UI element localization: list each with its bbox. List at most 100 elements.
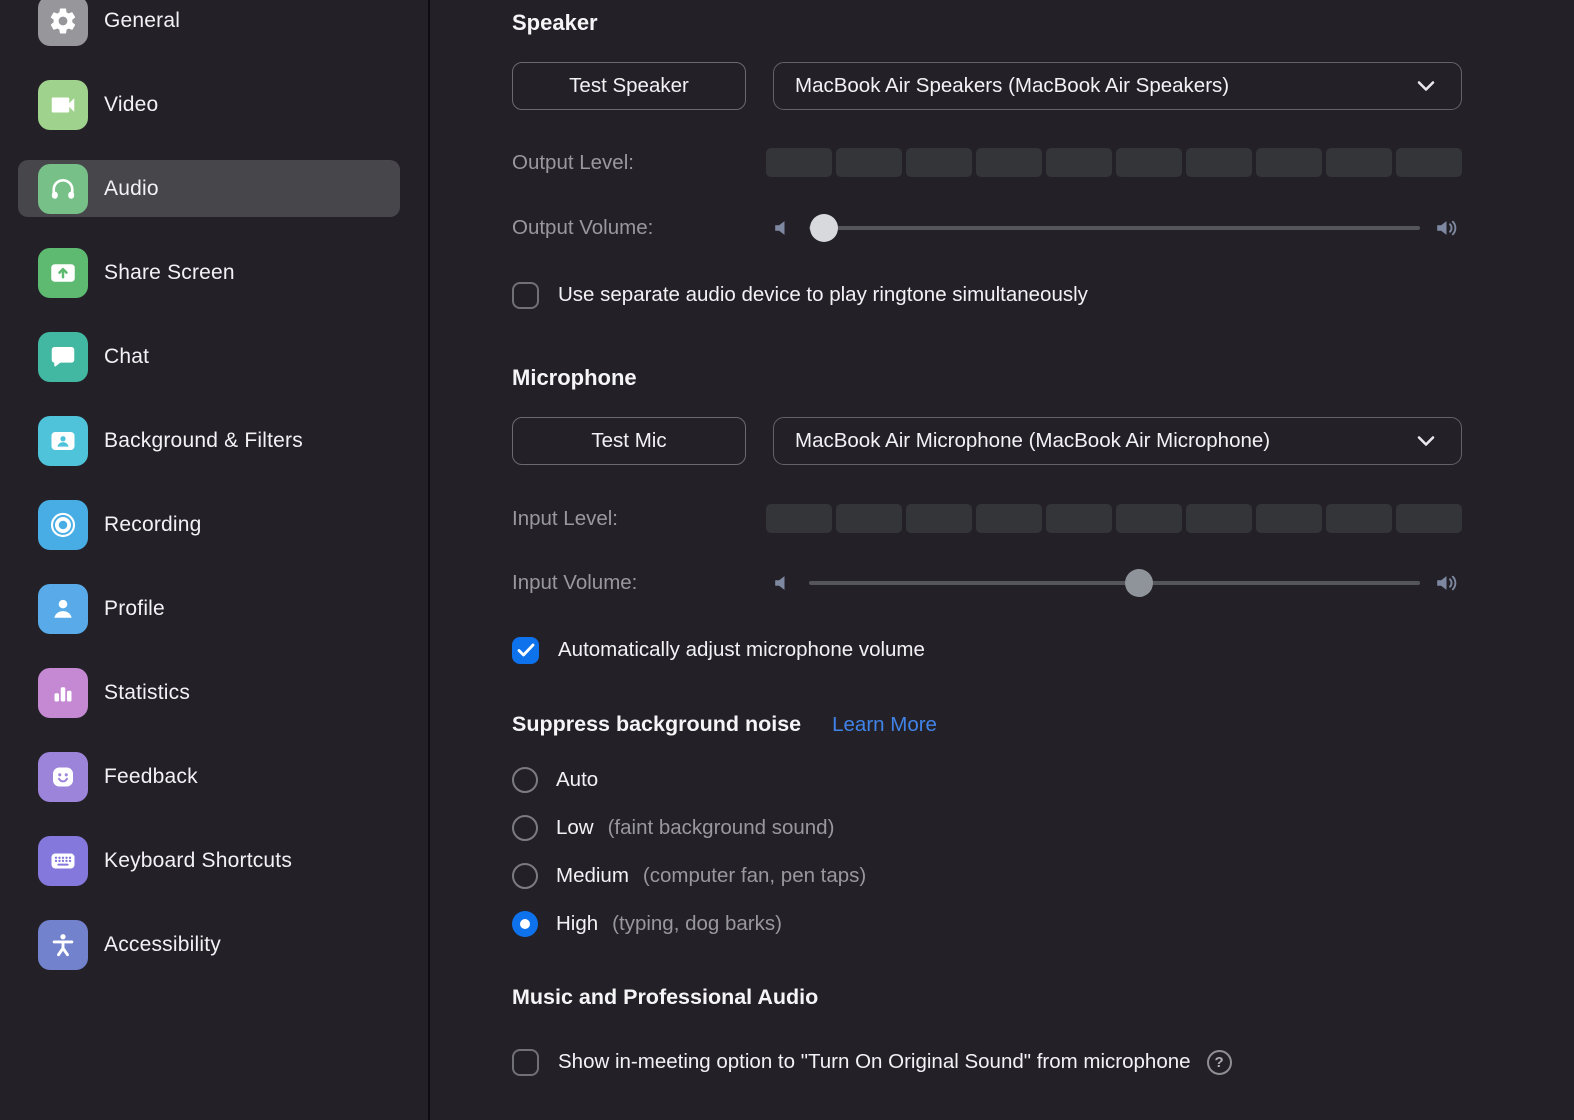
video-camera-icon (38, 80, 88, 130)
level-meter-segment (906, 148, 972, 177)
auto-adjust-checkbox[interactable] (512, 637, 539, 664)
learn-more-link[interactable]: Learn More (832, 713, 937, 737)
chevron-down-icon (1417, 80, 1435, 92)
sidebar-item-label: Recording (104, 513, 202, 537)
separate-ringtone-checkbox[interactable] (512, 282, 539, 309)
output-volume-slider[interactable] (809, 213, 1420, 243)
noise-option-medium: Medium (computer fan, pen taps) (512, 862, 1462, 890)
sidebar-item-label: Statistics (104, 681, 190, 705)
input-volume-row: Input Volume: (512, 568, 1462, 598)
speaker-device-value: MacBook Air Speakers (MacBook Air Speake… (795, 74, 1229, 98)
auto-adjust-label: Automatically adjust microphone volume (558, 638, 925, 662)
sidebar-item-keyboard-shortcuts[interactable]: Keyboard Shortcuts (18, 832, 400, 889)
medium-radio[interactable] (512, 863, 538, 889)
sidebar-item-label: Profile (104, 597, 165, 621)
output-level-label: Output Level: (512, 151, 766, 175)
speaker-device-select[interactable]: MacBook Air Speakers (MacBook Air Speake… (773, 62, 1462, 110)
test-mic-button[interactable]: Test Mic (512, 417, 746, 465)
sidebar-item-video[interactable]: Video (18, 76, 400, 133)
input-level-label: Input Level: (512, 507, 766, 531)
noise-option-low: Low (faint background sound) (512, 814, 1462, 842)
low-radio[interactable] (512, 815, 538, 841)
level-meter-segment (1396, 504, 1462, 533)
microphone-device-select[interactable]: MacBook Air Microphone (MacBook Air Micr… (773, 417, 1462, 465)
sidebar-item-statistics[interactable]: Statistics (18, 664, 400, 721)
level-meter-segment (1326, 504, 1392, 533)
smiley-icon (38, 752, 88, 802)
sidebar-item-feedback[interactable]: Feedback (18, 748, 400, 805)
sidebar-item-general[interactable]: General (18, 0, 400, 49)
sidebar-item-label: Accessibility (104, 933, 221, 957)
separate-ringtone-row: Use separate audio device to play ringto… (512, 281, 1462, 309)
keyboard-icon (38, 836, 88, 886)
sidebar-item-label: Background & Filters (104, 429, 303, 453)
original-sound-checkbox[interactable] (512, 1049, 539, 1076)
output-volume-label: Output Volume: (512, 216, 766, 240)
bar-chart-icon (38, 668, 88, 718)
level-meter-segment (1046, 148, 1112, 177)
noise-option-high: High (typing, dog barks) (512, 910, 1462, 938)
level-meter-segment (1186, 148, 1252, 177)
radio-hint: (computer fan, pen taps) (643, 864, 866, 888)
radio-label: High (556, 912, 598, 936)
volume-high-icon (1434, 216, 1462, 240)
headphones-icon (38, 164, 88, 214)
level-meter-segment (1256, 504, 1322, 533)
output-level-row: Output Level: (512, 148, 1462, 177)
sidebar-item-background-filters[interactable]: Background & Filters (18, 412, 400, 469)
suppress-noise-heading: Suppress background noise (512, 711, 801, 737)
microphone-device-row: Test Mic MacBook Air Microphone (MacBook… (512, 417, 1462, 465)
level-meter-segment (906, 504, 972, 533)
level-meter-segment (766, 504, 832, 533)
original-sound-row: Show in-meeting option to "Turn On Origi… (512, 1048, 1462, 1076)
sidebar-item-label: Keyboard Shortcuts (104, 849, 292, 873)
sidebar-item-label: Share Screen (104, 261, 235, 285)
volume-high-icon (1434, 571, 1462, 595)
radio-label: Low (556, 816, 594, 840)
volume-low-icon (772, 571, 796, 595)
level-meter-segment (1256, 148, 1322, 177)
help-icon[interactable]: ? (1207, 1050, 1232, 1075)
output-volume-row: Output Volume: (512, 213, 1462, 243)
level-meter-segment (1186, 504, 1252, 533)
input-volume-label: Input Volume: (512, 571, 766, 595)
gear-icon (38, 0, 88, 46)
sidebar-item-share-screen[interactable]: Share Screen (18, 244, 400, 301)
test-speaker-button[interactable]: Test Speaker (512, 62, 746, 110)
sidebar-item-audio[interactable]: Audio (18, 160, 400, 217)
sidebar-item-chat[interactable]: Chat (18, 328, 400, 385)
level-meter-segment (1116, 148, 1182, 177)
level-meter-segment (1396, 148, 1462, 177)
microphone-device-value: MacBook Air Microphone (MacBook Air Micr… (795, 429, 1270, 453)
output-volume-thumb[interactable] (810, 214, 838, 242)
auto-radio[interactable] (512, 767, 538, 793)
output-volume-track (809, 226, 1420, 230)
radio-hint: (faint background sound) (608, 816, 835, 840)
input-level-meter (766, 504, 1462, 533)
high-radio[interactable] (512, 911, 538, 937)
sidebar-item-accessibility[interactable]: Accessibility (18, 916, 400, 973)
input-volume-thumb[interactable] (1125, 569, 1153, 597)
original-sound-label: Show in-meeting option to "Turn On Origi… (558, 1050, 1191, 1074)
share-screen-icon (38, 248, 88, 298)
sidebar-item-label: Audio (104, 177, 159, 201)
sidebar-item-label: Feedback (104, 765, 198, 789)
sidebar-item-label: Video (104, 93, 158, 117)
level-meter-segment (976, 504, 1042, 533)
sidebar-item-recording[interactable]: Recording (18, 496, 400, 553)
audio-settings-panel: Speaker Test Speaker MacBook Air Speaker… (430, 0, 1574, 1120)
level-meter-segment (1046, 504, 1112, 533)
settings-sidebar: General Video Audio Share Screen Chat (0, 0, 428, 1120)
profile-person-icon (38, 584, 88, 634)
sidebar-item-profile[interactable]: Profile (18, 580, 400, 637)
noise-option-auto: Auto (512, 766, 1462, 794)
background-filters-icon (38, 416, 88, 466)
level-meter-segment (1326, 148, 1392, 177)
chat-bubble-icon (38, 332, 88, 382)
input-volume-slider[interactable] (809, 568, 1420, 598)
suppress-noise-heading-row: Suppress background noise Learn More (512, 711, 1462, 737)
speaker-device-row: Test Speaker MacBook Air Speakers (MacBo… (512, 62, 1462, 110)
level-meter-segment (976, 148, 1042, 177)
output-level-meter (766, 148, 1462, 177)
input-level-row: Input Level: (512, 504, 1462, 533)
